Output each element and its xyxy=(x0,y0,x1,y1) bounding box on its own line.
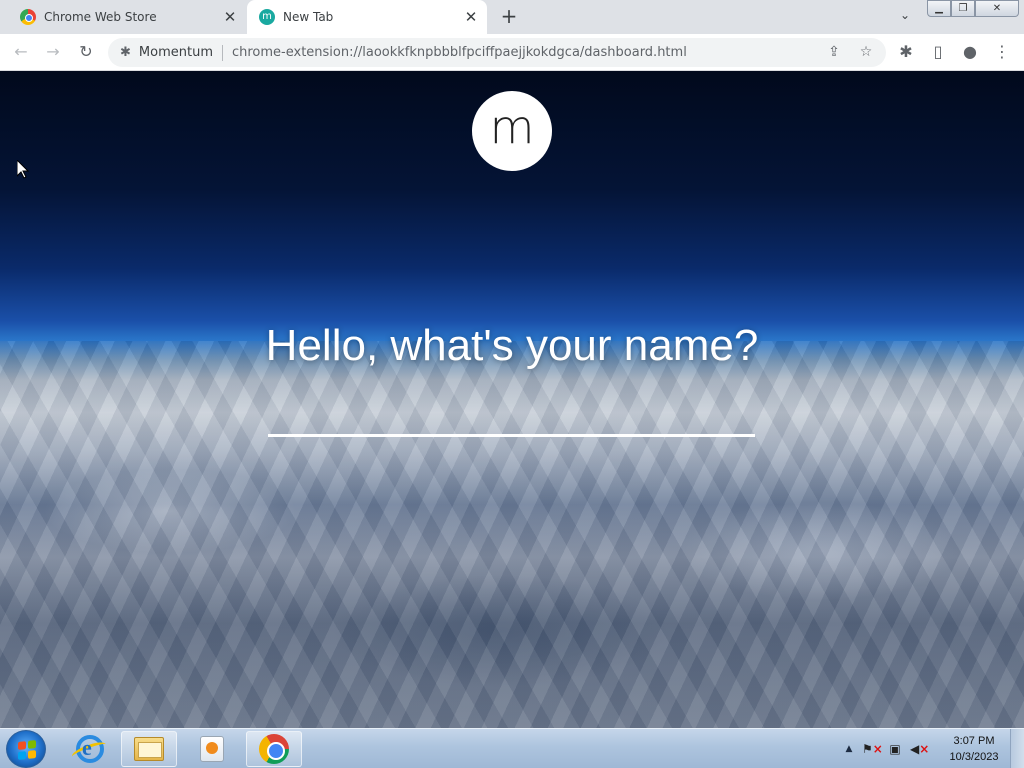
desktop-screen: Chrome Web Store ✕ m New Tab ✕ + ⌄ ▁ ❐ ✕… xyxy=(0,0,1024,768)
close-window-button[interactable]: ✕ xyxy=(975,0,1019,17)
minimize-button[interactable]: ▁ xyxy=(927,0,951,17)
show-desktop-button[interactable] xyxy=(1010,729,1024,768)
taskbar-media-player[interactable] xyxy=(184,731,240,767)
taskbar-internet-explorer[interactable] xyxy=(62,731,118,767)
momentum-icon: m xyxy=(259,9,275,25)
close-tab-icon[interactable]: ✕ xyxy=(220,7,240,27)
chrome-menu-icon[interactable]: ⋮ xyxy=(990,40,1014,64)
momentum-logo: m xyxy=(472,91,552,171)
forward-icon[interactable]: → xyxy=(41,40,65,64)
omnibox-divider xyxy=(221,44,223,61)
back-icon[interactable]: ← xyxy=(9,40,33,64)
reload-icon[interactable]: ↻ xyxy=(74,40,98,64)
address-bar[interactable]: ✱ Momentum chrome-extension://laookkfknp… xyxy=(108,38,886,67)
volume-muted-icon[interactable]: ◀× xyxy=(910,740,929,758)
tab-title: New Tab xyxy=(283,10,334,24)
browser-toolbar: ← → ↻ ✱ Momentum chrome-extension://laoo… xyxy=(0,34,1024,71)
system-tray: ▲ ⚑× ▣ ◀× xyxy=(842,729,942,768)
close-tab-icon[interactable]: ✕ xyxy=(461,7,481,27)
internet-explorer-icon xyxy=(76,735,104,763)
taskbar-clock[interactable]: 3:07 PM 10/3/2023 xyxy=(942,733,1006,765)
start-button[interactable] xyxy=(6,730,46,768)
profile-avatar-icon[interactable]: ● xyxy=(958,40,982,64)
windows-logo-icon xyxy=(18,740,36,760)
name-input[interactable] xyxy=(268,403,755,437)
name-prompt-heading: Hello, what's your name? xyxy=(265,321,759,370)
clock-time: 3:07 PM xyxy=(953,735,995,747)
tab-title: Chrome Web Store xyxy=(44,10,157,24)
extension-puzzle-icon: ✱ xyxy=(120,45,131,60)
bookmark-star-icon[interactable]: ☆ xyxy=(854,40,878,64)
tab-search-icon[interactable]: ⌄ xyxy=(895,8,915,26)
window-controls: ▁ ❐ ✕ xyxy=(927,0,1019,18)
chrome-icon xyxy=(259,734,289,764)
taskbar-file-explorer[interactable] xyxy=(121,731,177,767)
new-tab-button[interactable]: + xyxy=(498,6,520,28)
taskbar-chrome[interactable] xyxy=(246,731,302,767)
action-center-icon[interactable]: ⚑× xyxy=(862,740,883,758)
windows-taskbar: ▲ ⚑× ▣ ◀× 3:07 PM 10/3/2023 xyxy=(0,728,1024,768)
media-player-icon xyxy=(200,736,224,762)
chrome-web-store-icon xyxy=(20,9,36,25)
browser-tab-strip: Chrome Web Store ✕ m New Tab ✕ + ⌄ ▁ ❐ ✕ xyxy=(0,0,1024,34)
tab-chrome-web-store[interactable]: Chrome Web Store ✕ xyxy=(8,0,246,34)
share-icon[interactable]: ⇪ xyxy=(822,40,846,64)
extension-name-chip: Momentum xyxy=(138,45,213,60)
maximize-button[interactable]: ❐ xyxy=(951,0,975,17)
momentum-dashboard: m Hello, what's your name? xyxy=(0,71,1024,728)
network-icon[interactable]: ▣ xyxy=(886,740,904,758)
extensions-icon[interactable]: ✱ xyxy=(894,40,918,64)
side-panel-icon[interactable]: ▯ xyxy=(926,40,950,64)
url-text[interactable]: chrome-extension://laookkfknpbbblfpciffp… xyxy=(232,45,687,60)
folder-icon xyxy=(134,737,164,761)
background-earth-photo xyxy=(0,341,1024,728)
show-hidden-icons-icon[interactable]: ▲ xyxy=(842,744,856,754)
clock-date: 10/3/2023 xyxy=(949,751,999,763)
tab-new-tab[interactable]: m New Tab ✕ xyxy=(247,0,487,34)
